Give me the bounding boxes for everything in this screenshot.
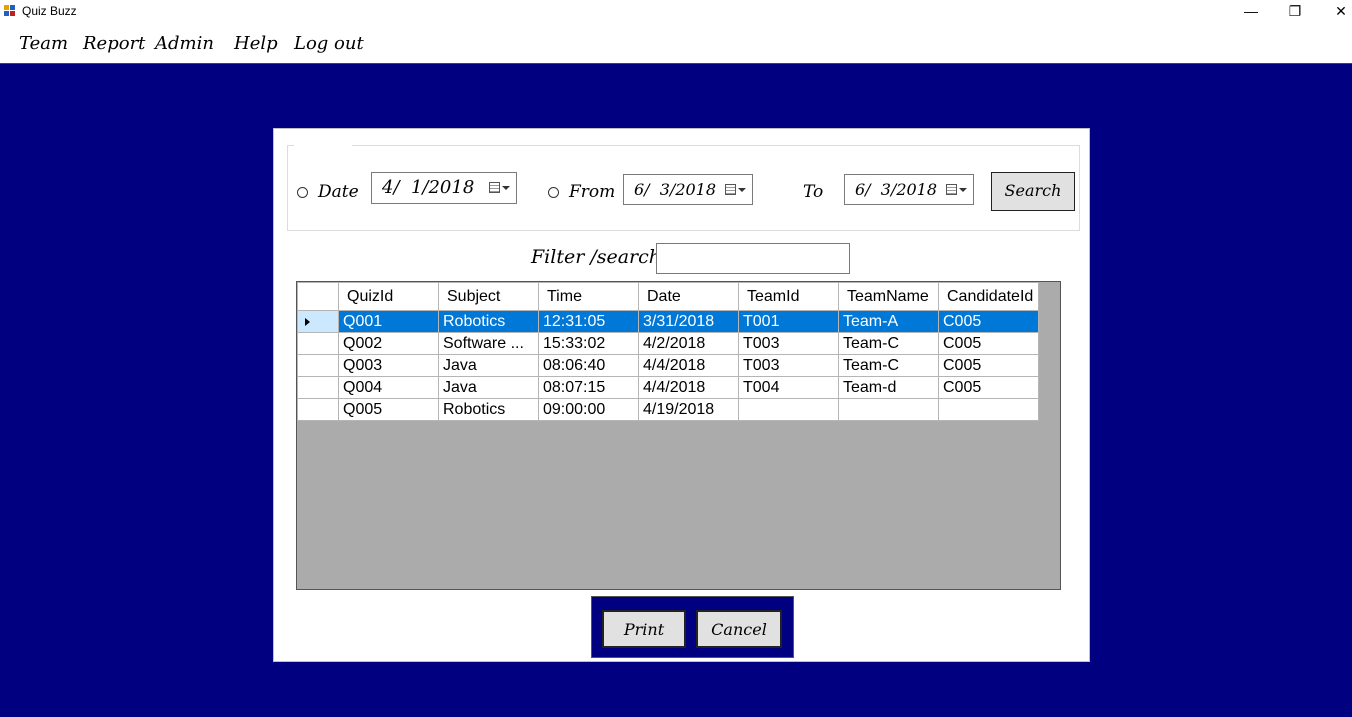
table-cell[interactable]: 4/4/2018 (638, 354, 739, 377)
filter-search-input[interactable] (656, 243, 850, 274)
date-picker-value: 4/ 1/2018 (382, 177, 475, 198)
table-cell[interactable]: 09:00:00 (538, 398, 639, 421)
table-cell[interactable]: 08:07:15 (538, 376, 639, 399)
column-header[interactable]: CandidateId (938, 282, 1039, 311)
table-cell[interactable]: C005 (938, 376, 1039, 399)
table-cell[interactable]: Team-C (838, 332, 939, 355)
row-header[interactable] (297, 310, 339, 333)
to-date-picker[interactable]: 6/ 3/2018 (844, 174, 974, 205)
table-cell[interactable]: Software ... (438, 332, 539, 355)
row-header[interactable] (297, 376, 339, 399)
table-cell[interactable]: Robotics (438, 310, 539, 333)
print-button[interactable]: Print (602, 610, 686, 648)
table-cell[interactable]: Team-d (838, 376, 939, 399)
grid-header-row: QuizId Subject Time Date TeamId TeamName… (297, 282, 1039, 311)
table-cell[interactable]: Team-A (838, 310, 939, 333)
table-cell[interactable]: Java (438, 376, 539, 399)
table-cell[interactable]: 4/19/2018 (638, 398, 739, 421)
menu-team[interactable]: Team (19, 33, 68, 54)
row-header[interactable] (297, 332, 339, 355)
title-bar: Quiz Buzz — ❐ ✕ (0, 0, 1352, 24)
row-header[interactable] (297, 398, 339, 421)
table-cell[interactable]: Robotics (438, 398, 539, 421)
table-cell[interactable]: Q004 (338, 376, 439, 399)
table-cell[interactable]: Q001 (338, 310, 439, 333)
column-header[interactable]: TeamName (838, 282, 939, 311)
dropdown-arrow-icon (502, 186, 510, 190)
from-date-value: 6/ 3/2018 (634, 180, 717, 199)
minimize-button[interactable]: — (1228, 0, 1274, 24)
table-cell[interactable]: Q005 (338, 398, 439, 421)
column-header[interactable]: TeamId (738, 282, 839, 311)
calendar-icon (489, 182, 500, 193)
menu-logout[interactable]: Log out (294, 33, 364, 54)
table-cell[interactable]: 4/4/2018 (638, 376, 739, 399)
report-panel: Date 4/ 1/2018 From 6/ 3/2018 To 6/ 3/20… (273, 128, 1090, 662)
date-label: Date (318, 182, 359, 202)
table-cell[interactable]: C005 (938, 310, 1039, 333)
window-title: Quiz Buzz (22, 4, 77, 18)
restore-button[interactable]: ❐ (1272, 0, 1318, 24)
column-header[interactable]: Time (538, 282, 639, 311)
from-radio[interactable] (548, 187, 559, 198)
table-cell[interactable]: T001 (738, 310, 839, 333)
table-cell[interactable] (738, 398, 839, 421)
to-label: To (803, 182, 824, 202)
table-cell[interactable] (838, 398, 939, 421)
menu-bar: Team Report Admin Help Log out (0, 24, 1352, 62)
table-cell[interactable]: 4/2/2018 (638, 332, 739, 355)
dropdown-arrow-icon (959, 188, 967, 192)
table-cell[interactable]: 15:33:02 (538, 332, 639, 355)
from-label: From (569, 182, 616, 202)
quiz-data-grid[interactable]: QuizId Subject Time Date TeamId TeamName… (296, 281, 1061, 590)
table-cell[interactable] (938, 398, 1039, 421)
table-row[interactable]: Q001 Robotics 12:31:05 3/31/2018 T001 Te… (297, 310, 1039, 333)
close-button[interactable]: ✕ (1318, 0, 1352, 24)
table-row[interactable]: Q002 Software ... 15:33:02 4/2/2018 T003… (297, 332, 1039, 355)
table-cell[interactable]: Team-C (838, 354, 939, 377)
table-cell[interactable]: T003 (738, 332, 839, 355)
table-row[interactable]: Q003 Java 08:06:40 4/4/2018 T003 Team-C … (297, 354, 1039, 377)
filter-label: Filter /search (531, 246, 662, 268)
table-row[interactable]: Q004 Java 08:07:15 4/4/2018 T004 Team-d … (297, 376, 1039, 399)
column-header[interactable]: QuizId (338, 282, 439, 311)
table-cell[interactable]: 12:31:05 (538, 310, 639, 333)
cancel-button[interactable]: Cancel (696, 610, 782, 648)
dropdown-arrow-icon (738, 188, 746, 192)
from-date-picker[interactable]: 6/ 3/2018 (623, 174, 753, 205)
table-cell[interactable]: Q003 (338, 354, 439, 377)
column-header[interactable]: Date (638, 282, 739, 311)
table-cell[interactable]: T004 (738, 376, 839, 399)
app-icon (4, 5, 16, 17)
row-header[interactable] (297, 354, 339, 377)
table-cell[interactable]: 3/31/2018 (638, 310, 739, 333)
table-cell[interactable]: Java (438, 354, 539, 377)
calendar-icon (946, 184, 957, 195)
date-filter-group: Date 4/ 1/2018 From 6/ 3/2018 To 6/ 3/20… (287, 144, 1080, 231)
table-cell[interactable]: 08:06:40 (538, 354, 639, 377)
table-row[interactable]: Q005 Robotics 09:00:00 4/19/2018 (297, 398, 1039, 421)
table-cell[interactable]: C005 (938, 332, 1039, 355)
date-radio[interactable] (297, 187, 308, 198)
menu-help[interactable]: Help (234, 33, 278, 54)
table-cell[interactable]: Q002 (338, 332, 439, 355)
action-button-bar: Print Cancel (591, 596, 794, 658)
current-row-arrow-icon (305, 317, 310, 326)
table-cell[interactable]: C005 (938, 354, 1039, 377)
menu-admin[interactable]: Admin (155, 33, 214, 54)
to-date-value: 6/ 3/2018 (855, 180, 938, 199)
menu-report[interactable]: Report (83, 33, 145, 54)
date-picker[interactable]: 4/ 1/2018 (371, 172, 517, 204)
calendar-icon (725, 184, 736, 195)
grid-corner-cell (297, 282, 339, 311)
column-header[interactable]: Subject (438, 282, 539, 311)
search-button[interactable]: Search (991, 172, 1075, 211)
table-cell[interactable]: T003 (738, 354, 839, 377)
